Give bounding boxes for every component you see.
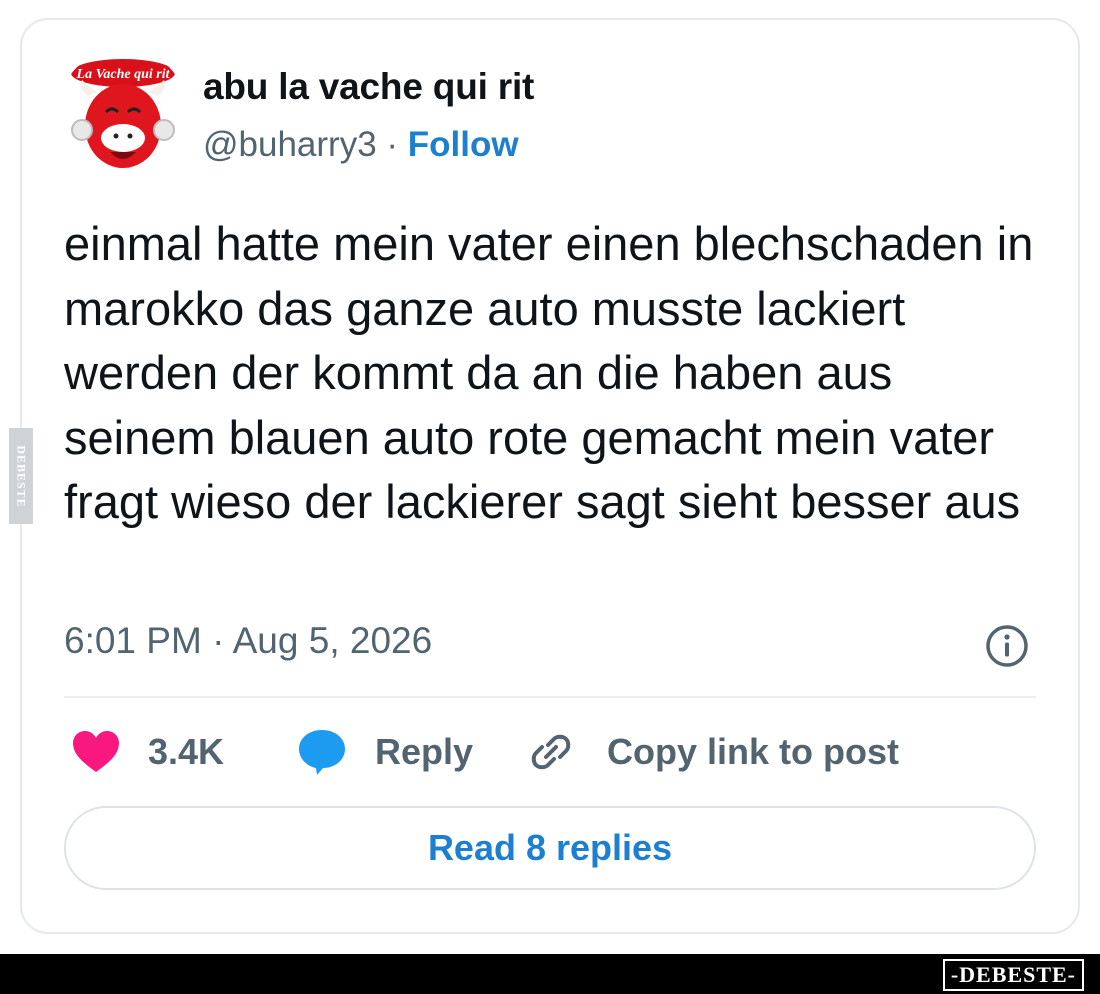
- footer-bar: -DEBESTE-: [0, 954, 1100, 994]
- cow-logo-icon: La Vache qui rit: [58, 48, 188, 178]
- copy-link-label: Copy link to post: [607, 731, 899, 772]
- reply-button[interactable]: Reply: [297, 728, 473, 776]
- avatar-logo-text: La Vache qui rit: [76, 67, 171, 82]
- author-handle[interactable]: @buharry3: [203, 125, 377, 164]
- read-replies-button[interactable]: Read 8 replies: [64, 806, 1036, 890]
- link-icon: [531, 734, 571, 770]
- footer-watermark-logo: -DEBESTE-: [942, 959, 1084, 991]
- tweet-timestamp[interactable]: 6:01 PM · Aug 5, 2026: [64, 620, 432, 662]
- likes-count: 3.4K: [148, 731, 225, 772]
- side-watermark: DEBESTE: [9, 428, 33, 524]
- author-handle-row: @buharry3 · Follow: [203, 125, 519, 165]
- author-avatar[interactable]: La Vache qui rit: [58, 48, 188, 178]
- copy-link-button[interactable]: Copy link to post: [527, 728, 899, 776]
- speech-bubble-icon: [299, 730, 345, 775]
- like-button[interactable]: 3.4K: [72, 728, 224, 776]
- reply-label: Reply: [375, 731, 474, 772]
- author-display-name[interactable]: abu la vache qui rit: [203, 66, 534, 108]
- handle-separator: ·: [386, 125, 399, 164]
- follow-button[interactable]: Follow: [408, 125, 519, 164]
- side-watermark-text: DEBESTE: [14, 444, 29, 508]
- tweet-text: einmal hatte mein vater einen blechschad…: [64, 217, 1034, 528]
- heart-icon: [73, 731, 119, 772]
- divider: [64, 696, 1036, 698]
- info-icon[interactable]: [984, 623, 1030, 669]
